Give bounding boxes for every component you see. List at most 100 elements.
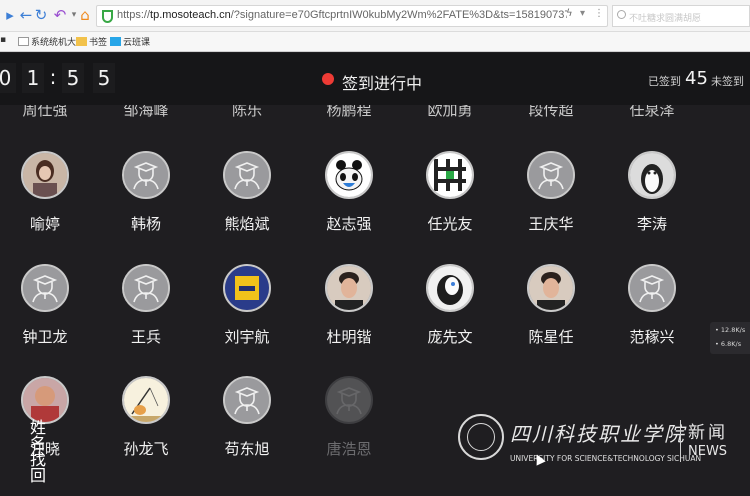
student-name: 孙龙飞: [123, 440, 169, 458]
student-card[interactable]: 孙龙飞: [106, 376, 186, 476]
status-label: 签到进行中: [342, 74, 423, 93]
unsigned-label[interactable]: 未签到: [711, 73, 744, 89]
avatar: [325, 151, 373, 199]
overlay-caption: 姓名找回: [30, 418, 47, 485]
student-name: 范稼兴: [629, 328, 675, 346]
student-name: 唐浩恩: [326, 440, 372, 458]
avatar: [21, 151, 69, 199]
cartoon-avatar-icon: [428, 266, 472, 310]
reload-icon[interactable]: ↻: [33, 7, 49, 23]
bookmark-item-3[interactable]: 云班课: [110, 35, 150, 48]
student-card[interactable]: 韩杨: [106, 151, 186, 251]
bookmark-item-1[interactable]: 系统统机大: [18, 35, 76, 48]
student-name: 李涛: [636, 215, 667, 233]
avatar: [426, 264, 474, 312]
student-name: 苟东旭: [224, 440, 270, 458]
student-card[interactable]: 钟卫龙: [5, 264, 85, 364]
cloud-class-icon: [110, 37, 121, 46]
student-name: 刘宇航: [224, 328, 270, 346]
default-avatar-icon: [529, 153, 573, 197]
avatar: [21, 264, 69, 312]
folder-icon: [76, 37, 87, 46]
student-name: 王庆华: [528, 215, 574, 233]
address-bar[interactable]: https://tp.mosoteach.cn/?signature=e70Gf…: [96, 5, 608, 27]
default-avatar-icon: [124, 153, 168, 197]
bookmark-item-2[interactable]: 书签: [76, 35, 107, 48]
url-text: https://tp.mosoteach.cn/?signature=e70Gf…: [117, 9, 567, 21]
timer-digit: 5: [93, 63, 115, 93]
student-card[interactable]: 刘宇航: [207, 264, 287, 364]
phone-card-avatar-icon: [225, 266, 269, 310]
avatar: [122, 264, 170, 312]
student-name: 庞先文: [427, 328, 473, 346]
student-card[interactable]: 赵志强: [309, 151, 389, 251]
partial-name-row: 周仕强 邹海峰 陈乐 杨鹏程 欧加勇 段传超 任泉泽: [0, 105, 750, 121]
student-card[interactable]: 苟东旭: [207, 376, 287, 476]
lightning-icon[interactable]: ϟ: [566, 8, 573, 19]
student-card[interactable]: 任光友: [410, 151, 490, 251]
student-name: 任泉泽: [629, 105, 675, 119]
timer-colon: :: [49, 65, 57, 89]
student-name: 陈乐: [231, 105, 262, 119]
student-card[interactable]: 熊焰斌: [207, 151, 287, 251]
student-name: 赵志强: [326, 215, 372, 233]
download-speed-value: 6.8K/s: [720, 340, 742, 348]
default-avatar-icon: [225, 378, 269, 422]
search-icon: [617, 10, 626, 19]
timer-digit: 5: [62, 63, 84, 93]
avatar: [527, 264, 575, 312]
student-card[interactable]: 庞先文: [410, 264, 490, 364]
student-card[interactable]: 李涛: [612, 151, 692, 251]
qr-code-avatar-icon: [428, 153, 472, 197]
student-card[interactable]: 王庆华: [511, 151, 591, 251]
checkin-header: 0 1 : 5 5 签到进行中 已签到 45 未签到: [0, 53, 750, 105]
page-icon: [18, 37, 29, 46]
photo-child-avatar-icon: [23, 378, 67, 422]
avatar: [426, 151, 474, 199]
bookmarks-bar: ▪ 系统统机大 书签 云班课: [0, 32, 750, 52]
network-speed-widget: • 12.8K/s • 6.8K/s: [710, 322, 750, 354]
avatar: [122, 151, 170, 199]
back-icon[interactable]: ←: [18, 7, 34, 23]
secure-shield-icon: [102, 10, 113, 23]
signed-label: 已签到: [648, 75, 681, 88]
search-placeholder: 不吐糖求圆满胡愿: [629, 14, 702, 24]
search-input[interactable]: 不吐糖求圆满胡愿: [612, 5, 750, 27]
watermark-divider: [680, 420, 681, 462]
tab-menu-icon[interactable]: ⋮: [594, 8, 604, 19]
live-dot-icon: [322, 73, 334, 85]
download-speed: • 6.8K/s: [715, 340, 742, 348]
student-card[interactable]: 王兵: [106, 264, 186, 364]
student-card[interactable]: 杜明锴: [309, 264, 389, 364]
bookmark-apps-icon[interactable]: ▪: [0, 35, 6, 45]
student-card[interactable]: 范稼兴: [612, 264, 692, 364]
student-name: 杜明锴: [326, 328, 372, 346]
default-avatar-icon: [225, 153, 269, 197]
watermark-cn: 四川科技职业学院: [510, 422, 686, 446]
avatar: [223, 376, 271, 424]
url-scheme: https://: [117, 9, 151, 21]
school-watermark: 四川科技职业学院 UNIVERSITY FOR SCIENCE&TECHNOLO…: [458, 414, 750, 468]
photo-man-avatar-icon: [327, 266, 371, 310]
student-name: 邹海峰: [123, 105, 169, 119]
home-icon[interactable]: ⌂: [77, 7, 93, 23]
student-card[interactable]: 陈星任: [511, 264, 591, 364]
bookmark-label: 书签: [89, 38, 108, 48]
upload-speed-value: 12.8K/s: [720, 326, 746, 334]
avatar: [527, 151, 575, 199]
bookmark-label: 系统统机大: [31, 38, 77, 48]
forward-icon[interactable]: ▸: [2, 7, 18, 23]
student-name: 杨鹏程: [326, 105, 372, 119]
watermark-news-en: NEWS: [688, 444, 728, 459]
student-card[interactable]: 喻婷: [5, 151, 85, 251]
student-card[interactable]: 唐浩恩: [309, 376, 389, 476]
student-name: 韩杨: [130, 215, 161, 233]
avatar: [223, 264, 271, 312]
menu-chevron-icon[interactable]: ▾: [580, 8, 585, 19]
screen: ▸ ← ↻ ↶ ▾ ⌂ https://tp.mosoteach.cn/?sig…: [0, 0, 750, 496]
bookmark-label: 云班课: [123, 38, 151, 48]
student-name: 王兵: [130, 328, 161, 346]
avatar: [628, 151, 676, 199]
student-name: 周仕强: [22, 105, 68, 119]
watermark-news-cn: 新闻: [688, 423, 728, 443]
